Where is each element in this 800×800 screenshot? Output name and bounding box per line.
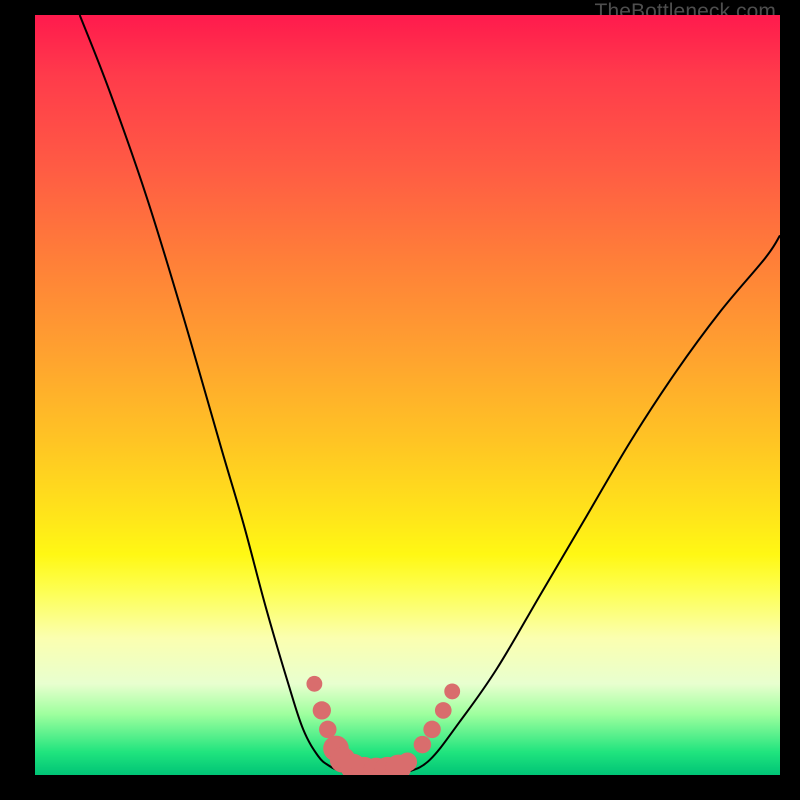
bottleneck-curve (80, 15, 780, 774)
chart-svg (35, 15, 780, 775)
marker-dot (306, 676, 322, 692)
marker-dot (435, 702, 452, 719)
marker-dot (423, 721, 440, 738)
marker-dot (398, 753, 417, 772)
data-curves (80, 15, 780, 774)
marker-dot (319, 721, 336, 738)
marker-dot (444, 683, 460, 699)
chart-frame (35, 15, 780, 775)
marker-dot (414, 736, 431, 753)
marker-cluster (306, 676, 460, 775)
marker-dot (313, 701, 331, 719)
